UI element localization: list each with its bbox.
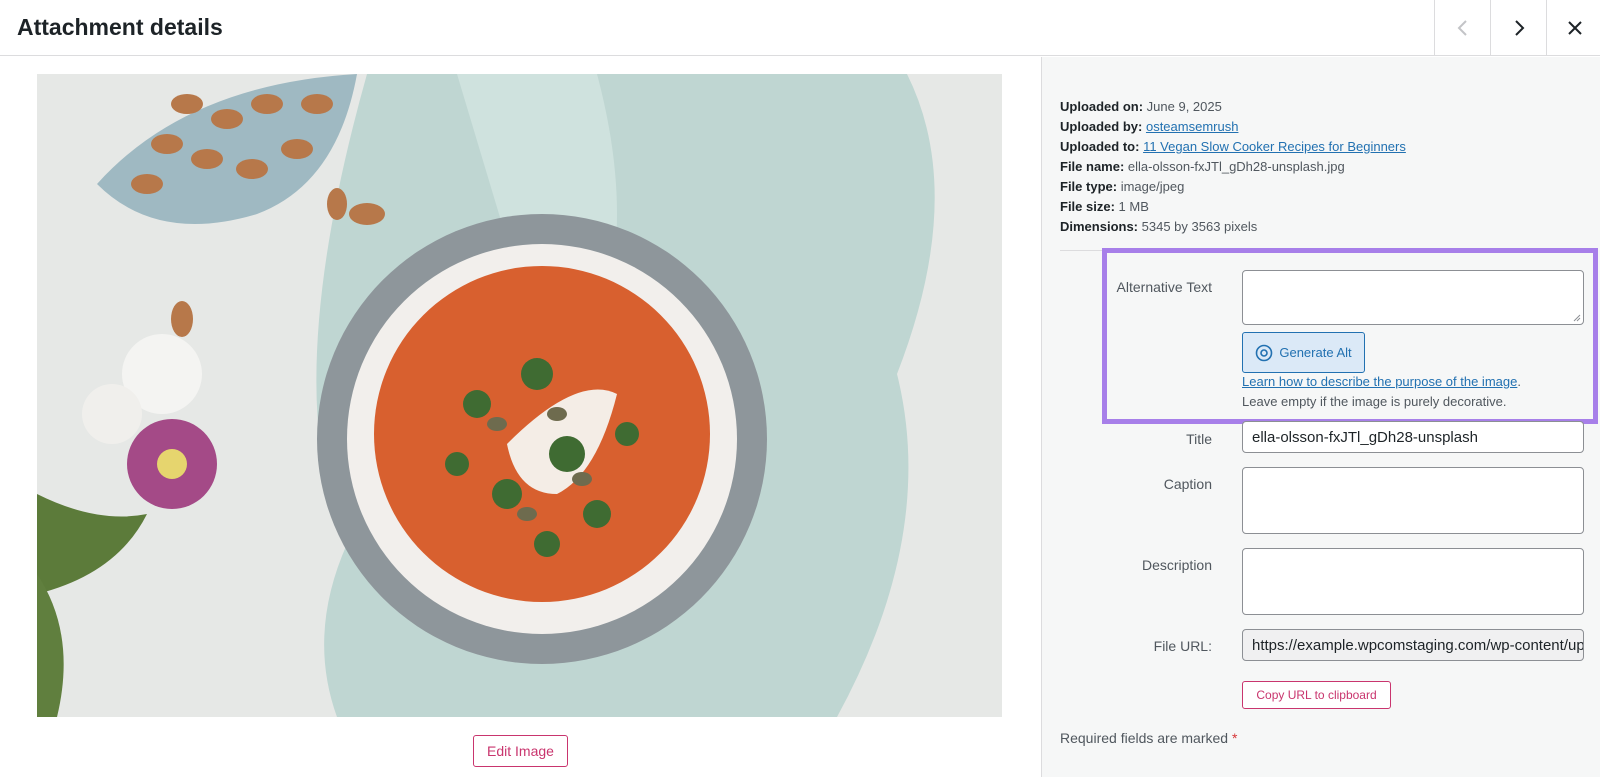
- required-text: Required fields are marked: [1060, 730, 1229, 746]
- alt-help-text: Learn how to describe the purpose of the…: [1242, 372, 1521, 412]
- help-period: .: [1517, 374, 1521, 389]
- details-panel: Uploaded on: June 9, 2025 Uploaded by: o…: [1041, 57, 1600, 777]
- decorative-hint: Leave empty if the image is purely decor…: [1242, 394, 1507, 409]
- close-icon: [1567, 21, 1582, 35]
- modal-header: Attachment details: [0, 0, 1600, 56]
- chevron-right-icon: [1514, 20, 1524, 36]
- uploaded-to-label: Uploaded to:: [1060, 139, 1140, 154]
- previous-button[interactable]: [1434, 0, 1490, 56]
- dimensions-label: Dimensions:: [1060, 219, 1139, 234]
- dimensions-row: Dimensions: 5345 by 3563 pixels: [1060, 217, 1406, 237]
- file-size-value: 1 MB: [1118, 199, 1149, 214]
- file-url-field[interactable]: https://example.wpcomstaging.com/wp-cont…: [1242, 629, 1584, 661]
- description-label: Description: [1141, 557, 1212, 573]
- alt-text-label: Alternative Text: [1116, 279, 1212, 295]
- alt-help-link[interactable]: Learn how to describe the purpose of the…: [1242, 374, 1517, 389]
- file-size-label: File size:: [1060, 199, 1115, 214]
- uploaded-by-link[interactable]: osteamsemrush: [1146, 119, 1238, 134]
- file-type-value: image/jpeg: [1120, 179, 1185, 194]
- uploaded-to-link[interactable]: 11 Vegan Slow Cooker Recipes for Beginne…: [1143, 139, 1406, 154]
- file-name-value: ella-olsson-fxJTl_gDh28-unsplash.jpg: [1127, 159, 1345, 174]
- required-note: Required fields are marked *: [1060, 730, 1237, 746]
- file-type-row: File type: image/jpeg: [1060, 177, 1406, 197]
- close-button[interactable]: [1546, 0, 1600, 56]
- file-url-label: File URL:: [1153, 638, 1212, 654]
- uploaded-by-label: Uploaded by:: [1060, 119, 1143, 134]
- preview-panel: Edit Image: [0, 57, 1041, 777]
- file-name-row: File name: ella-olsson-fxJTl_gDh28-unspl…: [1060, 157, 1406, 177]
- generate-alt-label: Generate Alt: [1279, 345, 1352, 360]
- uploaded-to-row: Uploaded to: 11 Vegan Slow Cooker Recipe…: [1060, 137, 1406, 157]
- chevron-left-icon: [1457, 20, 1467, 36]
- title-label: Title: [1186, 431, 1212, 447]
- file-metadata: Uploaded on: June 9, 2025 Uploaded by: o…: [1060, 97, 1406, 237]
- description-field[interactable]: [1242, 548, 1584, 615]
- alt-text-field[interactable]: [1242, 270, 1584, 325]
- uploaded-by-row: Uploaded by: osteamsemrush: [1060, 117, 1406, 137]
- page-title: Attachment details: [17, 14, 223, 40]
- file-type-label: File type:: [1060, 179, 1118, 194]
- uploaded-on-row: Uploaded on: June 9, 2025: [1060, 97, 1406, 117]
- attachment-image: [37, 74, 1002, 717]
- edit-image-button[interactable]: Edit Image: [473, 735, 568, 767]
- ai-at-icon: [1256, 344, 1273, 361]
- caption-field[interactable]: [1242, 467, 1584, 534]
- title-field[interactable]: ella-olsson-fxJTl_gDh28-unsplash: [1242, 421, 1584, 453]
- copy-url-button[interactable]: Copy URL to clipboard: [1242, 681, 1391, 709]
- generate-alt-button[interactable]: Generate Alt: [1242, 332, 1365, 373]
- file-size-row: File size: 1 MB: [1060, 197, 1406, 217]
- file-name-label: File name:: [1060, 159, 1125, 174]
- uploaded-on-value: June 9, 2025: [1146, 99, 1222, 114]
- required-star: *: [1231, 730, 1238, 746]
- resize-grip-icon: [1573, 314, 1581, 322]
- next-button[interactable]: [1490, 0, 1546, 56]
- caption-label: Caption: [1163, 476, 1212, 492]
- uploaded-on-label: Uploaded on:: [1060, 99, 1144, 114]
- dimensions-value: 5345 by 3563 pixels: [1141, 219, 1258, 234]
